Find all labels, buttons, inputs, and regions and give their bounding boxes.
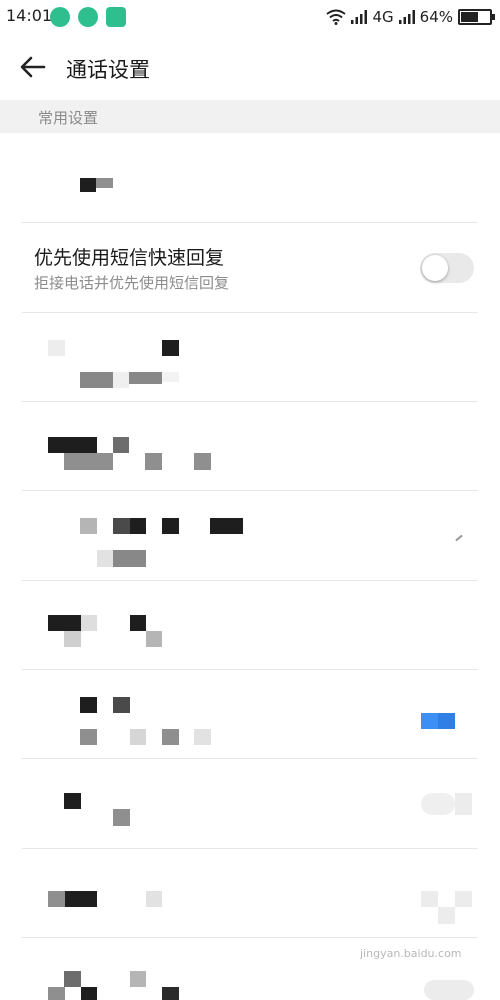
watermark: jingyan.baidu.com bbox=[360, 947, 462, 960]
divider bbox=[22, 490, 478, 491]
status-time: 14:01 bbox=[6, 6, 53, 25]
status-bar: 14:01 4G 64% bbox=[0, 0, 500, 36]
divider bbox=[22, 401, 478, 402]
page-title: 通话设置 bbox=[66, 58, 150, 82]
refresh-app-icon bbox=[78, 7, 98, 27]
weibo-icon bbox=[50, 7, 70, 27]
divider bbox=[22, 669, 478, 670]
setting-toggle[interactable] bbox=[424, 980, 474, 1000]
arrow-left-icon[interactable] bbox=[18, 52, 48, 82]
wifi-icon bbox=[326, 9, 347, 25]
divider bbox=[22, 848, 478, 849]
divider bbox=[22, 937, 478, 938]
battery-percent: 64% bbox=[419, 8, 453, 26]
network-type: 4G bbox=[372, 8, 394, 26]
divider bbox=[22, 222, 478, 223]
divider bbox=[22, 580, 478, 581]
divider bbox=[22, 758, 478, 759]
status-icons: 4G 64% bbox=[326, 6, 495, 28]
section-header: 常用设置 bbox=[0, 100, 500, 133]
setting-toggle[interactable] bbox=[421, 793, 455, 815]
divider bbox=[22, 312, 478, 313]
toggle-knob bbox=[422, 255, 448, 281]
signal-icon bbox=[351, 10, 368, 24]
scan-app-icon bbox=[106, 7, 126, 27]
sms-quick-reply-toggle[interactable] bbox=[420, 253, 474, 283]
setting-subtitle: 拒接电话并优先使用短信回复 bbox=[34, 274, 230, 292]
setting-toggle[interactable] bbox=[421, 891, 438, 907]
battery-icon bbox=[458, 9, 495, 25]
app-header: 通话设置 bbox=[0, 36, 500, 98]
section-label: 常用设置 bbox=[38, 109, 99, 127]
setting-title: 优先使用短信快速回复 bbox=[34, 247, 225, 269]
signal-icon bbox=[398, 10, 415, 24]
battery-fill bbox=[461, 12, 478, 22]
